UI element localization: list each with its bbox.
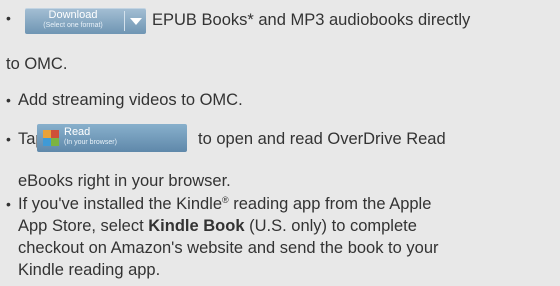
read-text-line-1: to open and read OverDrive Read bbox=[198, 130, 446, 148]
instructions-list: • Download (Select one format) EPUB Book… bbox=[0, 0, 560, 286]
read-button-sublabel: (In your browser) bbox=[64, 139, 117, 146]
read-button-label: Read bbox=[64, 126, 91, 138]
kindle-line2-pre: App Store, select bbox=[18, 217, 149, 235]
kindle-book-option: Kindle Book bbox=[148, 217, 245, 235]
registered-mark: ® bbox=[222, 195, 229, 205]
kindle-text-line-4: Kindle reading app. bbox=[18, 261, 161, 279]
list-item-read: • Tap Read (In your browser) to open and… bbox=[0, 0, 560, 196]
read-book-icon bbox=[43, 130, 59, 146]
kindle-text-line-3: checkout on Amazon's website and send th… bbox=[18, 239, 439, 257]
read-text-line-2: eBooks right in your browser. bbox=[18, 172, 231, 190]
bullet: • bbox=[6, 131, 11, 147]
kindle-line1-text: If you've installed the Kindle bbox=[18, 195, 223, 213]
kindle-line2-post: (U.S. only) to complete bbox=[244, 217, 417, 235]
bullet: • bbox=[6, 196, 11, 212]
list-item-kindle: • If you've installed the Kindle® readin… bbox=[0, 190, 560, 286]
kindle-line1-rest: reading app from the Apple bbox=[228, 195, 432, 213]
kindle-text-line-2: App Store, select Kindle Book (U.S. only… bbox=[18, 216, 417, 236]
kindle-text-line-1: If you've installed the Kindle® reading … bbox=[18, 194, 431, 216]
read-button[interactable]: Read (In your browser) bbox=[37, 124, 187, 152]
